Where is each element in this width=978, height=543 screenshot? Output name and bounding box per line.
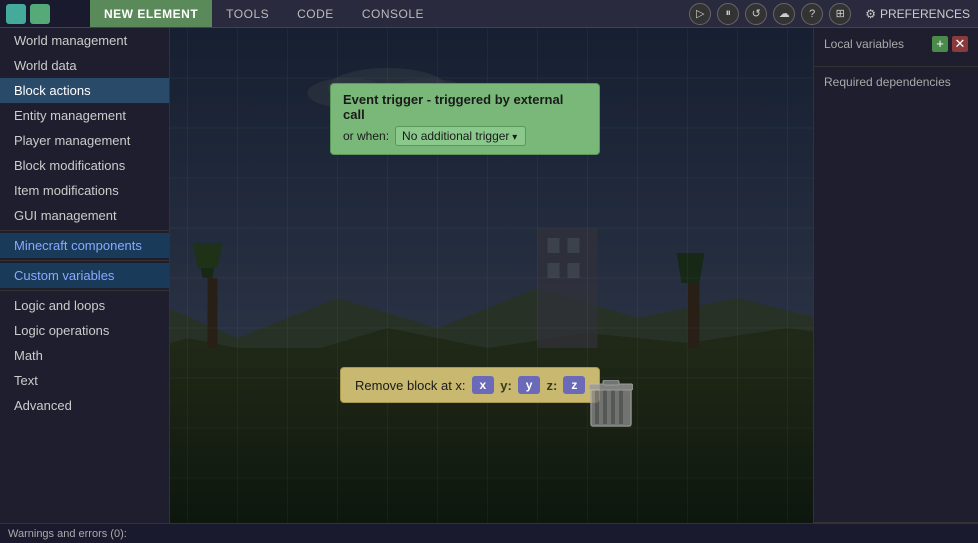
canvas-area[interactable]: Event trigger - triggered by external ca…	[170, 28, 813, 523]
local-variables-section: Local variables + ✕	[814, 28, 978, 67]
sidebar-item-player-management[interactable]: Player management	[0, 128, 169, 153]
icon-btn-6[interactable]: ⊞	[829, 3, 851, 25]
z-coord-box[interactable]: z	[563, 376, 585, 394]
sidebar-item-logic-loops[interactable]: Logic and loops	[0, 293, 169, 318]
tab-new-element[interactable]: NEW ELEMENT	[90, 0, 212, 27]
topbar: NEW ELEMENT TOOLS CODE CONSOLE ▷ ⏸ ↺ ☁ ?…	[0, 0, 978, 28]
or-when-label: or when:	[343, 129, 389, 143]
y-label: y:	[500, 378, 512, 393]
local-variables-label: Local variables	[824, 37, 904, 51]
sidebar-item-text[interactable]: Text	[0, 368, 169, 393]
logo-icon-1	[6, 4, 26, 24]
event-trigger-row: or when: No additional trigger	[343, 126, 587, 146]
status-text: Warnings and errors (0):	[8, 528, 127, 540]
sidebar-item-world-data[interactable]: World data	[0, 53, 169, 78]
tab-console[interactable]: CONSOLE	[348, 0, 438, 27]
icon-btn-5[interactable]: ?	[801, 3, 823, 25]
event-trigger-block: Event trigger - triggered by external ca…	[330, 83, 600, 155]
icon-btn-2[interactable]: ⏸	[717, 3, 739, 25]
sidebar-item-block-modifications[interactable]: Block modifications	[0, 153, 169, 178]
local-variables-header: Local variables + ✕	[824, 36, 968, 52]
remove-local-variable-button[interactable]: ✕	[952, 36, 968, 52]
sidebar-item-entity-management[interactable]: Entity management	[0, 103, 169, 128]
sidebar-item-world-management[interactable]: World management	[0, 28, 169, 53]
sidebar-item-gui-management[interactable]: GUI management	[0, 203, 169, 228]
sidebar-item-minecraft-components[interactable]: Minecraft components	[0, 233, 169, 258]
sidebar-item-item-modifications[interactable]: Item modifications	[0, 178, 169, 203]
sidebar-item-math[interactable]: Math	[0, 343, 169, 368]
sidebar-divider-2	[0, 260, 169, 261]
trash-icon-area[interactable]	[589, 380, 633, 433]
topbar-icons: ▷ ⏸ ↺ ☁ ? ⊞ ⚙ PREFERENCES	[689, 3, 978, 25]
sidebar-item-logic-operations[interactable]: Logic operations	[0, 318, 169, 343]
x-coord-box[interactable]: x	[472, 376, 495, 394]
sidebar-item-advanced[interactable]: Advanced	[0, 393, 169, 418]
remove-block-widget: Remove block at x: x y: y z: z	[340, 367, 600, 403]
trash-icon	[589, 380, 633, 430]
remove-block-label: Remove block at x:	[355, 378, 466, 393]
main-layout: World management World data Block action…	[0, 28, 978, 523]
preferences-label: PREFERENCES	[880, 7, 970, 21]
tab-code[interactable]: CODE	[283, 0, 348, 27]
y-coord-box[interactable]: y	[518, 376, 541, 394]
required-dependencies-section: Required dependencies	[814, 67, 978, 523]
icon-btn-1[interactable]: ▷	[689, 3, 711, 25]
sidebar-divider-3	[0, 290, 169, 291]
icon-btn-3[interactable]: ↺	[745, 3, 767, 25]
logo-area	[0, 0, 90, 27]
right-panel: Local variables + ✕ Required dependencie…	[813, 28, 978, 523]
sidebar: World management World data Block action…	[0, 28, 170, 523]
event-trigger-title: Event trigger - triggered by external ca…	[343, 92, 587, 122]
logo-icon-2	[30, 4, 50, 24]
required-dependencies-label: Required dependencies	[824, 75, 951, 89]
z-label: z:	[546, 378, 557, 393]
add-local-variable-button[interactable]: +	[932, 36, 948, 52]
gear-icon: ⚙	[865, 7, 876, 21]
icon-btn-4[interactable]: ☁	[773, 3, 795, 25]
tab-tools[interactable]: TOOLS	[212, 0, 283, 27]
sidebar-divider-1	[0, 230, 169, 231]
trigger-dropdown[interactable]: No additional trigger	[395, 126, 526, 146]
sidebar-item-custom-variables[interactable]: Custom variables	[0, 263, 169, 288]
sidebar-item-block-actions[interactable]: Block actions	[0, 78, 169, 103]
preferences-button[interactable]: ⚙ PREFERENCES	[865, 7, 970, 21]
status-bar: Warnings and errors (0):	[0, 523, 978, 543]
required-dependencies-header: Required dependencies	[824, 75, 968, 89]
